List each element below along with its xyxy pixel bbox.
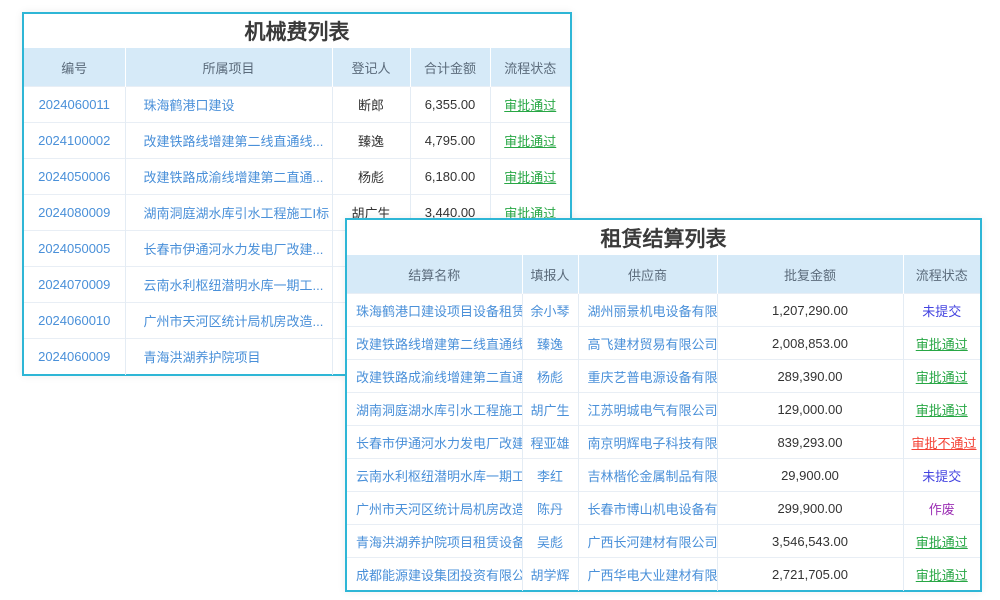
record-id-link[interactable]: 2024060009: [24, 339, 125, 375]
supplier-link[interactable]: 南京明辉电子科技有限公司: [578, 426, 717, 459]
approved-amount: 3,546,543.00: [717, 525, 903, 558]
lease-header-row: 结算名称 填报人 供应商 批复金额 流程状态: [347, 255, 980, 294]
table-row: 长春市伊通河水力发电厂改建工程... 程亚雄 南京明辉电子科技有限公司 839,…: [347, 426, 980, 459]
col-header-status: 流程状态: [490, 48, 570, 87]
total-amount: 6,355.00: [410, 87, 490, 123]
project-link[interactable]: 青海洪湖养护院项目: [125, 339, 332, 375]
supplier-link[interactable]: 江苏明城电气有限公司: [578, 393, 717, 426]
table-row: 珠海鹤港口建设项目设备租赁结算 余小琴 湖州丽景机电设备有限公司 1,207,2…: [347, 294, 980, 327]
status-badge[interactable]: 审批通过: [903, 360, 980, 393]
col-header-filler: 填报人: [522, 255, 578, 294]
table-row: 2024100002 改建铁路线增建第二线直通线... 臻逸 4,795.00 …: [24, 123, 570, 159]
project-link[interactable]: 湖南洞庭湖水库引水工程施工I标: [125, 195, 332, 231]
filler-name-link[interactable]: 吴彪: [522, 525, 578, 558]
status-badge[interactable]: 审批通过: [490, 123, 570, 159]
status-badge[interactable]: 审批通过: [903, 327, 980, 360]
supplier-link[interactable]: 吉林楷伦金属制品有限公司: [578, 459, 717, 492]
filler-name-link[interactable]: 余小琴: [522, 294, 578, 327]
settlement-name-link[interactable]: 改建铁路成渝线增建第二直通线（...: [347, 360, 522, 393]
record-id-link[interactable]: 2024080009: [24, 195, 125, 231]
col-header-status: 流程状态: [903, 255, 980, 294]
col-header-registrant: 登记人: [332, 48, 410, 87]
total-amount: 6,180.00: [410, 159, 490, 195]
supplier-link[interactable]: 广西长河建材有限公司: [578, 525, 717, 558]
machinery-header-row: 编号 所属项目 登记人 合计金额 流程状态: [24, 48, 570, 87]
registrant-name: 断郎: [332, 87, 410, 123]
approved-amount: 129,000.00: [717, 393, 903, 426]
table-row: 改建铁路线增建第二线直通线（成... 臻逸 高飞建材贸易有限公司 2,008,8…: [347, 327, 980, 360]
status-badge[interactable]: 审批通过: [490, 87, 570, 123]
project-link[interactable]: 珠海鹤港口建设: [125, 87, 332, 123]
status-badge[interactable]: 审批通过: [490, 159, 570, 195]
settlement-name-link[interactable]: 湖南洞庭湖水库引水工程施工I标设...: [347, 393, 522, 426]
project-link[interactable]: 长春市伊通河水力发电厂改建...: [125, 231, 332, 267]
table-row: 改建铁路成渝线增建第二直通线（... 杨彪 重庆艺普电源设备有限公司 289,3…: [347, 360, 980, 393]
table-row: 成都能源建设集团投资有限公司临... 胡学辉 广西华电大业建材有限公司 2,72…: [347, 558, 980, 591]
approved-amount: 289,390.00: [717, 360, 903, 393]
total-amount: 4,795.00: [410, 123, 490, 159]
supplier-link[interactable]: 重庆艺普电源设备有限公司: [578, 360, 717, 393]
filler-name-link[interactable]: 杨彪: [522, 360, 578, 393]
page-canvas: 机械费列表 编号 所属项目 登记人 合计金额 流程状态 2024060011 珠…: [0, 0, 1000, 600]
supplier-link[interactable]: 湖州丽景机电设备有限公司: [578, 294, 717, 327]
filler-name-link[interactable]: 李红: [522, 459, 578, 492]
settlement-name-link[interactable]: 珠海鹤港口建设项目设备租赁结算: [347, 294, 522, 327]
status-badge[interactable]: 作废: [903, 492, 980, 525]
supplier-link[interactable]: 高飞建材贸易有限公司: [578, 327, 717, 360]
lease-settlement-list-panel: 租赁结算列表 结算名称 填报人 供应商 批复金额 流程状态 珠海鹤港口建设项目设…: [345, 218, 982, 592]
registrant-name: 臻逸: [332, 123, 410, 159]
record-id-link[interactable]: 2024060010: [24, 303, 125, 339]
approved-amount: 29,900.00: [717, 459, 903, 492]
record-id-link[interactable]: 2024070009: [24, 267, 125, 303]
registrant-name: 杨彪: [332, 159, 410, 195]
status-badge[interactable]: 未提交: [903, 294, 980, 327]
col-header-total-amount: 合计金额: [410, 48, 490, 87]
lease-settlement-list-title: 租赁结算列表: [347, 220, 980, 255]
settlement-name-link[interactable]: 云南水利枢纽潜明水库一期工程施...: [347, 459, 522, 492]
table-row: 湖南洞庭湖水库引水工程施工I标设... 胡广生 江苏明城电气有限公司 129,0…: [347, 393, 980, 426]
project-link[interactable]: 改建铁路线增建第二线直通线...: [125, 123, 332, 159]
approved-amount: 2,721,705.00: [717, 558, 903, 591]
col-header-settlement-name: 结算名称: [347, 255, 522, 294]
record-id-link[interactable]: 2024050006: [24, 159, 125, 195]
col-header-id: 编号: [24, 48, 125, 87]
supplier-link[interactable]: 广西华电大业建材有限公司: [578, 558, 717, 591]
col-header-approved-amount: 批复金额: [717, 255, 903, 294]
settlement-name-link[interactable]: 改建铁路线增建第二线直通线（成...: [347, 327, 522, 360]
project-link[interactable]: 云南水利枢纽潜明水库一期工...: [125, 267, 332, 303]
settlement-name-link[interactable]: 长春市伊通河水力发电厂改建工程...: [347, 426, 522, 459]
status-badge[interactable]: 未提交: [903, 459, 980, 492]
table-row: 2024060011 珠海鹤港口建设 断郎 6,355.00 审批通过: [24, 87, 570, 123]
settlement-name-link[interactable]: 广州市天河区统计局机房改造项目: [347, 492, 522, 525]
record-id-link[interactable]: 2024050005: [24, 231, 125, 267]
table-row: 2024050006 改建铁路成渝线增建第二直通... 杨彪 6,180.00 …: [24, 159, 570, 195]
filler-name-link[interactable]: 胡广生: [522, 393, 578, 426]
record-id-link[interactable]: 2024060011: [24, 87, 125, 123]
table-row: 云南水利枢纽潜明水库一期工程施... 李红 吉林楷伦金属制品有限公司 29,90…: [347, 459, 980, 492]
filler-name-link[interactable]: 程亚雄: [522, 426, 578, 459]
machinery-fee-list-title: 机械费列表: [24, 14, 570, 48]
status-badge[interactable]: 审批通过: [903, 558, 980, 591]
status-badge[interactable]: 审批不通过: [903, 426, 980, 459]
approved-amount: 2,008,853.00: [717, 327, 903, 360]
settlement-name-link[interactable]: 成都能源建设集团投资有限公司临...: [347, 558, 522, 591]
approved-amount: 299,900.00: [717, 492, 903, 525]
lease-settlement-table: 结算名称 填报人 供应商 批复金额 流程状态 珠海鹤港口建设项目设备租赁结算 余…: [347, 255, 980, 591]
table-row: 青海洪湖养护院项目租赁设备结算 吴彪 广西长河建材有限公司 3,546,543.…: [347, 525, 980, 558]
status-badge[interactable]: 审批通过: [903, 393, 980, 426]
filler-name-link[interactable]: 陈丹: [522, 492, 578, 525]
supplier-link[interactable]: 长春市博山机电设备有限...: [578, 492, 717, 525]
approved-amount: 1,207,290.00: [717, 294, 903, 327]
table-row: 广州市天河区统计局机房改造项目 陈丹 长春市博山机电设备有限... 299,90…: [347, 492, 980, 525]
col-header-project: 所属项目: [125, 48, 332, 87]
record-id-link[interactable]: 2024100002: [24, 123, 125, 159]
status-badge[interactable]: 审批通过: [903, 525, 980, 558]
col-header-supplier: 供应商: [578, 255, 717, 294]
project-link[interactable]: 广州市天河区统计局机房改造...: [125, 303, 332, 339]
project-link[interactable]: 改建铁路成渝线增建第二直通...: [125, 159, 332, 195]
filler-name-link[interactable]: 胡学辉: [522, 558, 578, 591]
approved-amount: 839,293.00: [717, 426, 903, 459]
settlement-name-link[interactable]: 青海洪湖养护院项目租赁设备结算: [347, 525, 522, 558]
filler-name-link[interactable]: 臻逸: [522, 327, 578, 360]
